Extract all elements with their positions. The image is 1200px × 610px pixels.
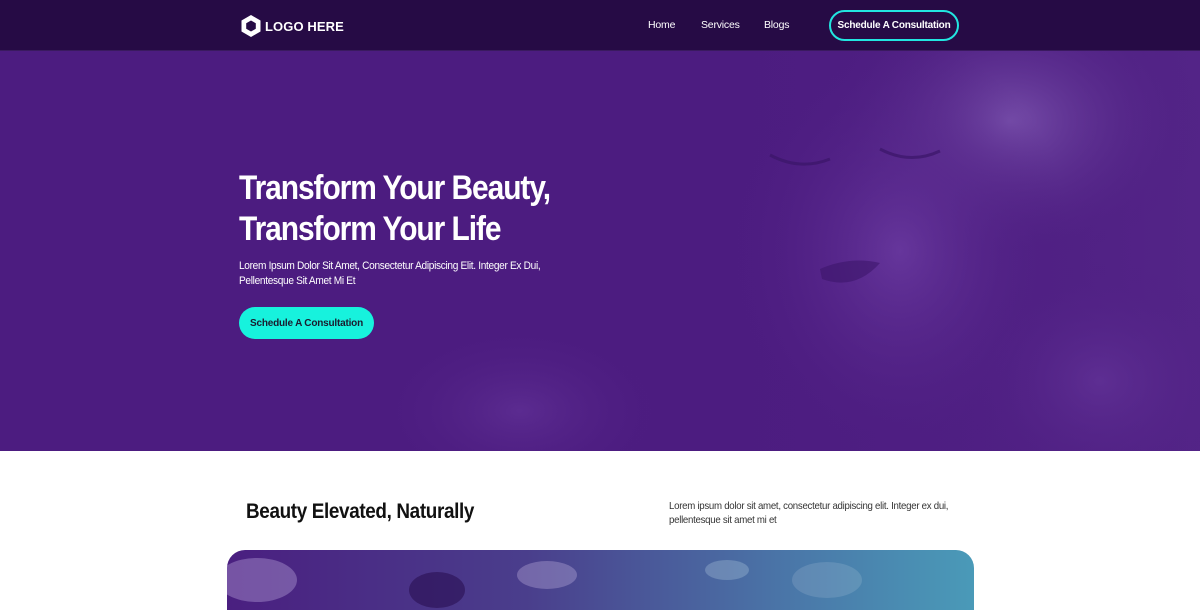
hero-title: Transform Your Beauty, Transform Your Li…	[239, 168, 609, 250]
top-navbar: LOGO HERE Home Services Blogs Schedule A…	[0, 0, 1200, 51]
hero-subtitle-line-1: Lorem Ipsum Dolor Sit Amet, Consectetur …	[239, 260, 541, 272]
hero-section: Transform Your Beauty, Transform Your Li…	[0, 51, 1200, 451]
nav-link-home[interactable]: Home	[648, 19, 675, 31]
section-heading: Beauty Elevated, Naturally	[246, 500, 475, 523]
hero-subtitle-line-2: Pellentesque Sit Amet Mi Et	[239, 275, 356, 287]
section-description-line-1: Lorem ipsum dolor sit amet, consectetur …	[669, 500, 949, 512]
section-description-line-2: pellentesque sit amet mi et	[669, 514, 777, 526]
nav-link-services[interactable]: Services	[701, 19, 740, 31]
hero-title-line-1: Transform Your Beauty,	[239, 169, 551, 207]
logo-link[interactable]: LOGO HERE	[240, 14, 344, 38]
hero-title-line-2: Transform Your Life	[239, 210, 502, 248]
logo-text: LOGO HERE	[265, 18, 344, 34]
hero-schedule-consultation-button[interactable]: Schedule A Consultation	[239, 307, 374, 339]
hexagon-logo-icon	[241, 15, 261, 37]
hero-subtitle: Lorem Ipsum Dolor Sit Amet, Consectetur …	[239, 259, 570, 289]
section-feature-image	[227, 550, 974, 610]
nav-schedule-consultation-button[interactable]: Schedule A Consultation	[829, 10, 959, 41]
section-description: Lorem ipsum dolor sit amet, consectetur …	[669, 499, 954, 527]
hero-background-photo	[370, 51, 1200, 451]
feature-image-photo	[227, 558, 862, 608]
nav-link-blogs[interactable]: Blogs	[764, 19, 789, 31]
